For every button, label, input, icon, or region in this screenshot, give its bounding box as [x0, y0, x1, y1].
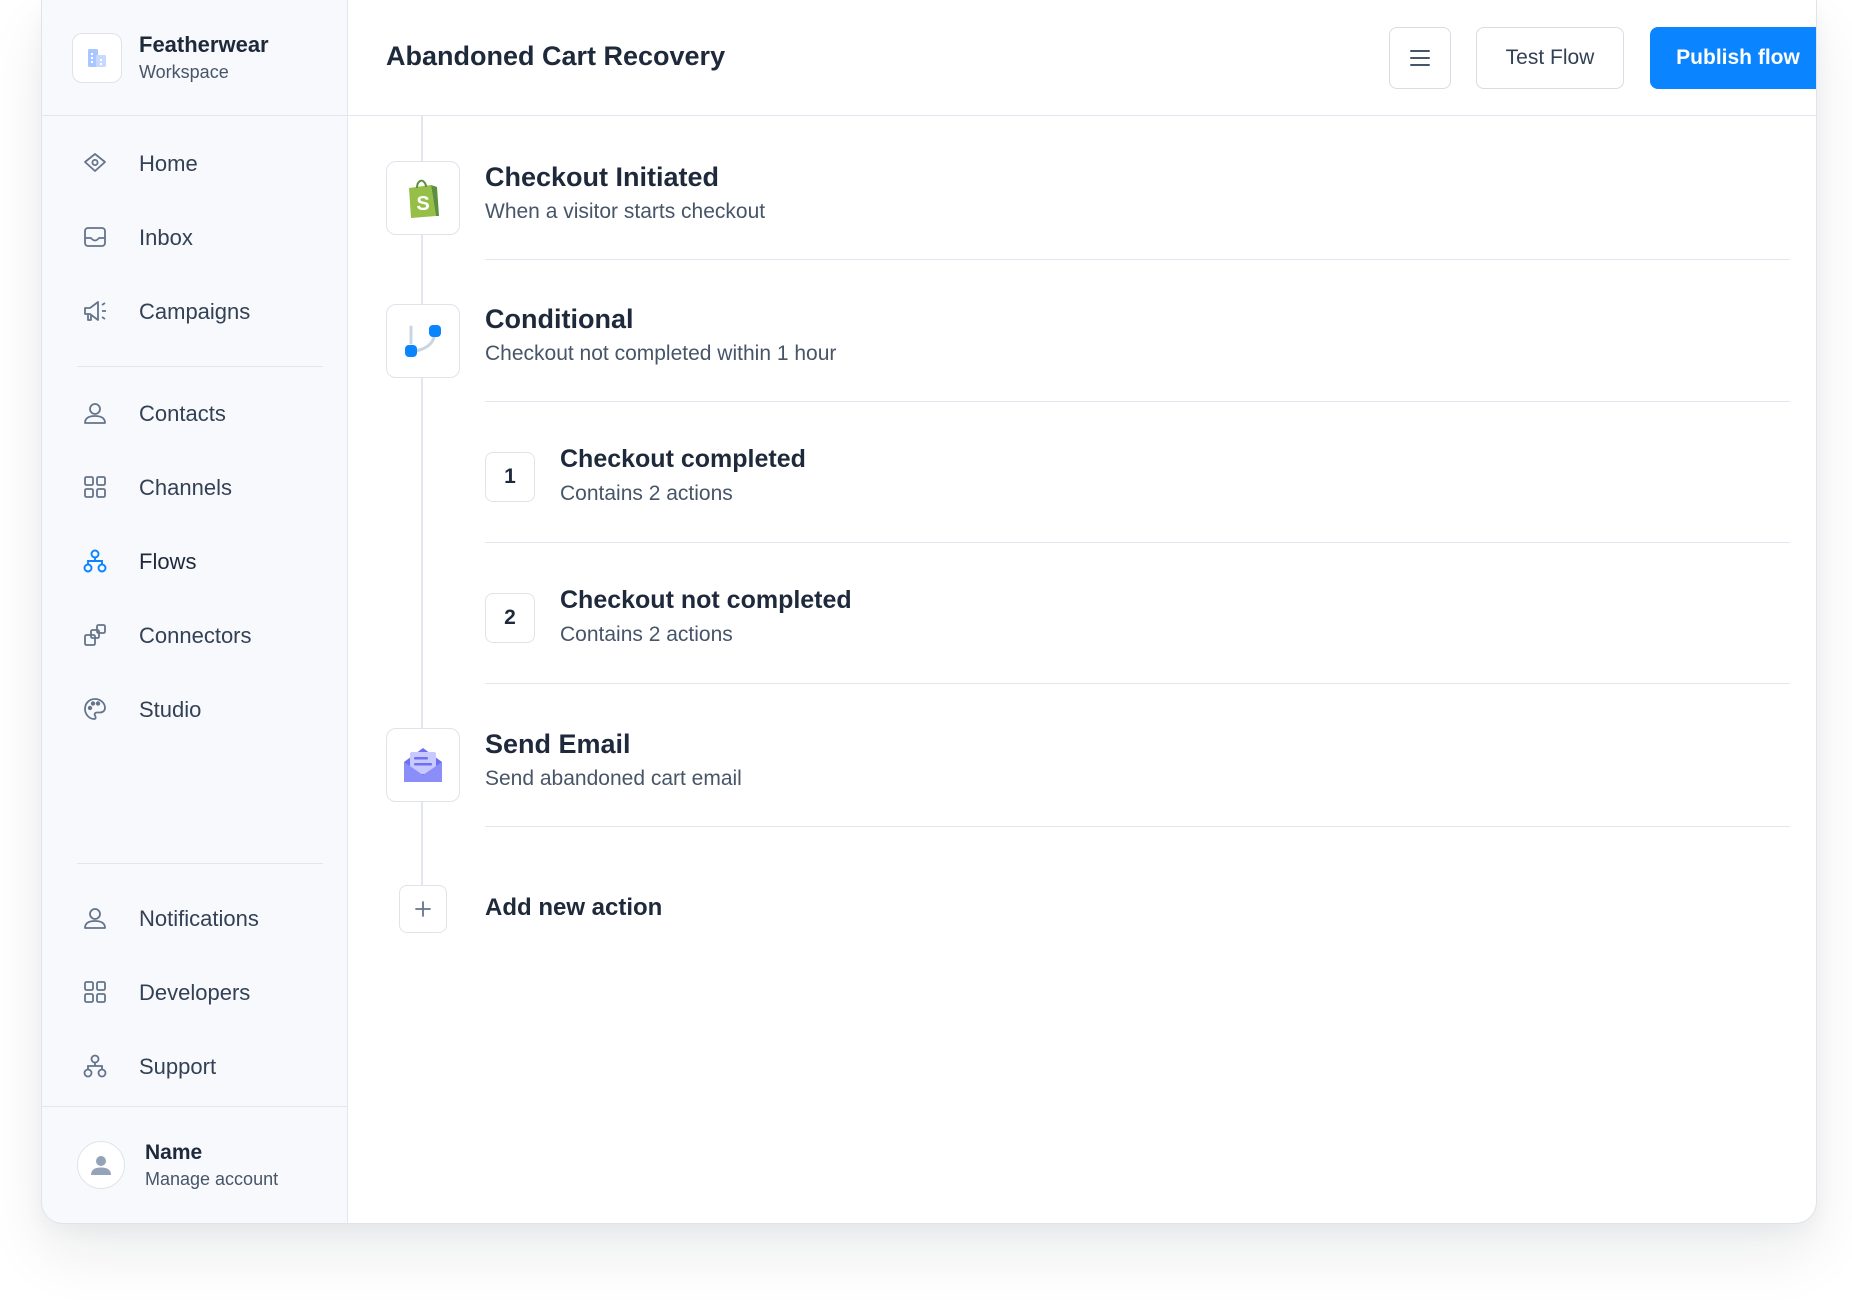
hamburger-icon — [1410, 50, 1430, 66]
flow-icon — [83, 1054, 107, 1078]
account-name: Name — [145, 1141, 203, 1164]
grid-icon — [84, 981, 106, 1003]
add-action-button[interactable] — [399, 885, 447, 933]
sidebar-item-notifications[interactable]: Notifications — [42, 889, 347, 947]
account-menu[interactable]: Name Manage account — [42, 1106, 347, 1223]
email-step-title[interactable]: Send Email — [485, 729, 631, 760]
trigger-step-icon[interactable]: S — [386, 161, 460, 235]
sidebar-item-label: Channels — [139, 475, 232, 500]
workspace-switcher[interactable]: Featherwear Workspace — [42, 0, 347, 116]
branch-title[interactable]: Checkout not completed — [560, 586, 852, 615]
sidebar-item-studio[interactable]: Studio — [42, 680, 347, 738]
sidebar-item-label: Home — [139, 151, 198, 176]
workspace-subtitle: Workspace — [139, 62, 229, 82]
branch-subtitle: Contains 2 actions — [560, 482, 733, 505]
test-flow-button[interactable]: Test Flow — [1476, 27, 1624, 89]
sidebar: Featherwear Workspace Home Inbox Campaig… — [42, 0, 348, 1223]
step-divider — [485, 401, 1790, 402]
sidebar-item-label: Connectors — [139, 623, 252, 648]
page-header: Abandoned Cart Recovery Test Flow Publis… — [348, 0, 1816, 116]
conditional-step-title[interactable]: Conditional — [485, 304, 633, 335]
conditional-step-subtitle: Checkout not completed within 1 hour — [485, 342, 837, 365]
user-avatar-icon — [91, 1156, 111, 1175]
palette-icon — [84, 698, 106, 720]
plus-icon — [415, 901, 431, 917]
sidebar-item-connectors[interactable]: Connectors — [42, 606, 347, 664]
branch-icon — [405, 325, 441, 357]
sidebar-item-channels[interactable]: Channels — [42, 458, 347, 516]
svg-text:S: S — [416, 193, 429, 215]
menu-button[interactable] — [1389, 27, 1451, 89]
account-subtitle: Manage account — [145, 1169, 279, 1189]
step-divider — [485, 826, 1790, 827]
branch-number[interactable]: 2 — [485, 593, 535, 643]
user-icon — [84, 403, 106, 424]
workspace-name: Featherwear — [139, 32, 269, 57]
sidebar-item-label: Flows — [139, 549, 197, 574]
sidebar-item-label: Developers — [139, 980, 251, 1005]
branch-subtitle: Contains 2 actions — [560, 623, 733, 646]
avatar — [77, 1141, 125, 1189]
inbox-icon — [84, 227, 106, 247]
shopify-bag-icon: S — [409, 179, 439, 218]
flow-icon — [83, 549, 107, 573]
sidebar-item-label: Studio — [139, 697, 202, 722]
add-action-label[interactable]: Add new action — [485, 894, 662, 922]
megaphone-icon — [84, 301, 106, 321]
sidebar-item-label: Notifications — [139, 906, 259, 931]
envelope-icon — [404, 748, 442, 782]
page-title: Abandoned Cart Recovery — [386, 41, 726, 71]
step-divider — [485, 542, 1790, 543]
sidebar-divider — [77, 863, 323, 864]
app-window: Featherwear Workspace Home Inbox Campaig… — [41, 0, 1817, 1224]
sidebar-item-developers[interactable]: Developers — [42, 963, 347, 1021]
sidebar-item-label: Support — [139, 1054, 217, 1079]
step-divider — [485, 683, 1790, 684]
sidebar-divider — [77, 366, 323, 367]
email-step-subtitle: Send abandoned cart email — [485, 767, 742, 790]
trigger-step-title[interactable]: Checkout Initiated — [485, 162, 719, 193]
conditional-step-icon[interactable] — [386, 304, 460, 378]
email-step-icon[interactable] — [386, 728, 460, 802]
branch-title[interactable]: Checkout completed — [560, 445, 806, 474]
trigger-step-subtitle: When a visitor starts checkout — [485, 200, 766, 223]
sidebar-item-campaigns[interactable]: Campaigns — [42, 282, 347, 340]
sidebar-item-label: Campaigns — [139, 299, 251, 324]
building-icon — [72, 33, 122, 83]
home-icon — [84, 153, 106, 172]
sidebar-item-label: Contacts — [139, 401, 226, 426]
sidebar-item-contacts[interactable]: Contacts — [42, 384, 347, 442]
publish-flow-button[interactable]: Publish flow — [1650, 27, 1816, 89]
sidebar-item-support[interactable]: Support — [42, 1037, 347, 1095]
sidebar-item-inbox[interactable]: Inbox — [42, 208, 347, 266]
sidebar-item-home[interactable]: Home — [42, 134, 347, 192]
flow-canvas: S Checkout Initiated When a visitor star… — [348, 116, 1816, 1223]
sidebar-item-label: Inbox — [139, 225, 193, 250]
step-divider — [485, 259, 1790, 260]
user-icon — [84, 908, 106, 929]
grid-icon — [84, 476, 106, 498]
branch-number[interactable]: 1 — [485, 452, 535, 502]
sidebar-item-flows[interactable]: Flows — [42, 532, 347, 590]
connector-icon — [84, 624, 106, 646]
